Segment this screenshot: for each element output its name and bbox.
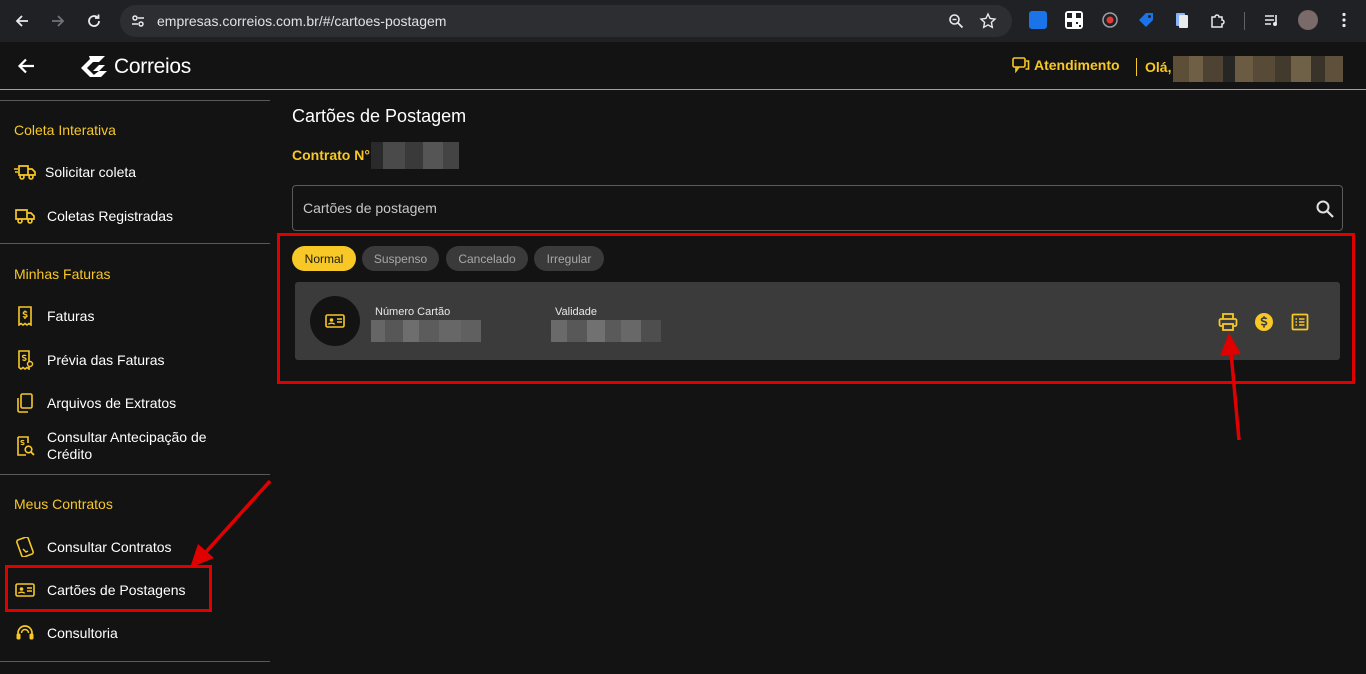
sidebar-item-label: Solicitar coleta bbox=[45, 163, 137, 180]
profile-avatar-icon[interactable] bbox=[1298, 10, 1318, 30]
sidebar-item-faturas[interactable]: Faturas bbox=[0, 305, 270, 327]
id-card-extension-icon[interactable] bbox=[1029, 11, 1047, 29]
annotation-highlight-card-section bbox=[277, 233, 1355, 384]
section-meus-contratos: Meus Contratos bbox=[14, 496, 113, 512]
truck-icon bbox=[14, 205, 36, 227]
zoom-icon[interactable] bbox=[948, 13, 964, 29]
qr-code-extension-icon[interactable] bbox=[1065, 11, 1083, 29]
contract-icon bbox=[14, 536, 36, 558]
truck-fast-icon bbox=[14, 161, 36, 183]
invoice-preview-icon bbox=[14, 349, 36, 371]
contract-number-label: Contrato N°: bbox=[292, 147, 375, 163]
sidebar-item-consultoria[interactable]: Consultoria bbox=[0, 622, 270, 644]
search-icon[interactable] bbox=[1315, 199, 1335, 219]
user-greeting: Olá, bbox=[1145, 59, 1172, 75]
app-header: Correios Atendimento Olá, bbox=[0, 42, 1366, 90]
sidebar-item-label: Consultar Contratos bbox=[47, 538, 172, 555]
browser-toolbar: empresas.correios.com.br/#/cartoes-posta… bbox=[0, 0, 1366, 42]
sidebar-item-label: Coletas Registradas bbox=[47, 207, 174, 224]
sidebar-item-previa-das-faturas[interactable]: Prévia das Faturas bbox=[0, 349, 270, 371]
chat-icon bbox=[1012, 57, 1030, 73]
files-icon bbox=[14, 392, 36, 414]
menu-kebab-icon[interactable] bbox=[1335, 11, 1353, 29]
reload-icon[interactable] bbox=[82, 9, 106, 33]
sidebar-divider bbox=[0, 661, 270, 662]
address-bar[interactable]: empresas.correios.com.br/#/cartoes-posta… bbox=[120, 5, 1012, 37]
sidebar-item-coletas-registradas[interactable]: Coletas Registradas bbox=[0, 205, 270, 227]
sidebar-divider bbox=[0, 474, 270, 475]
back-icon[interactable] bbox=[10, 9, 34, 33]
search-input[interactable] bbox=[303, 198, 1283, 218]
correios-logo-icon bbox=[81, 56, 107, 77]
sidebar-divider bbox=[0, 243, 270, 244]
sidebar-divider bbox=[0, 100, 270, 101]
sidebar-item-label: Consultar Antecipação de Crédito bbox=[47, 429, 207, 462]
section-coleta-interativa: Coleta Interativa bbox=[14, 122, 116, 138]
sidebar-item-label: Faturas bbox=[47, 307, 95, 324]
site-info-icon[interactable] bbox=[130, 13, 146, 29]
record-extension-icon[interactable] bbox=[1101, 11, 1119, 29]
atendimento-label: Atendimento bbox=[1034, 57, 1120, 73]
annotation-highlight-sidebar-item bbox=[5, 565, 212, 612]
redacted-contract-number bbox=[371, 142, 459, 169]
url-text[interactable]: empresas.correios.com.br/#/cartoes-posta… bbox=[157, 13, 446, 29]
sidebar-item-arquivos-de-extratos[interactable]: Arquivos de Extratos bbox=[0, 392, 270, 414]
document-extension-icon[interactable] bbox=[1173, 11, 1191, 29]
tag-extension-icon[interactable] bbox=[1137, 11, 1155, 29]
correios-logo[interactable]: Correios bbox=[79, 55, 191, 79]
atendimento-link[interactable]: Atendimento bbox=[1012, 57, 1120, 73]
page-title: Cartões de Postagem bbox=[292, 106, 467, 126]
sidebar-item-consultar-antecipacao[interactable]: Consultar Antecipação de Crédito bbox=[0, 428, 270, 464]
sidebar-item-label: Prévia das Faturas bbox=[47, 351, 165, 368]
sidebar-item-label: Consultoria bbox=[47, 624, 118, 641]
section-minhas-faturas: Minhas Faturas bbox=[14, 266, 111, 282]
search-field[interactable] bbox=[292, 185, 1343, 231]
invoice-dollar-icon bbox=[14, 305, 36, 327]
forward-icon[interactable] bbox=[46, 9, 70, 33]
media-control-icon[interactable] bbox=[1263, 11, 1281, 29]
sidebar-item-solicitar-coleta[interactable]: Solicitar coleta bbox=[0, 161, 270, 183]
credit-search-icon bbox=[14, 435, 36, 457]
logo-text: Correios bbox=[114, 55, 191, 78]
headset-icon bbox=[14, 622, 36, 644]
toolbar-divider bbox=[1244, 12, 1245, 30]
sidebar-item-consultar-contratos[interactable]: Consultar Contratos bbox=[0, 536, 270, 558]
back-arrow-icon[interactable] bbox=[16, 56, 36, 76]
bookmark-star-icon[interactable] bbox=[979, 12, 997, 30]
redacted-username bbox=[1173, 56, 1343, 82]
header-divider bbox=[1136, 58, 1137, 76]
sidebar-item-label: Arquivos de Extratos bbox=[47, 394, 177, 411]
puzzle-extensions-icon[interactable] bbox=[1209, 11, 1227, 29]
